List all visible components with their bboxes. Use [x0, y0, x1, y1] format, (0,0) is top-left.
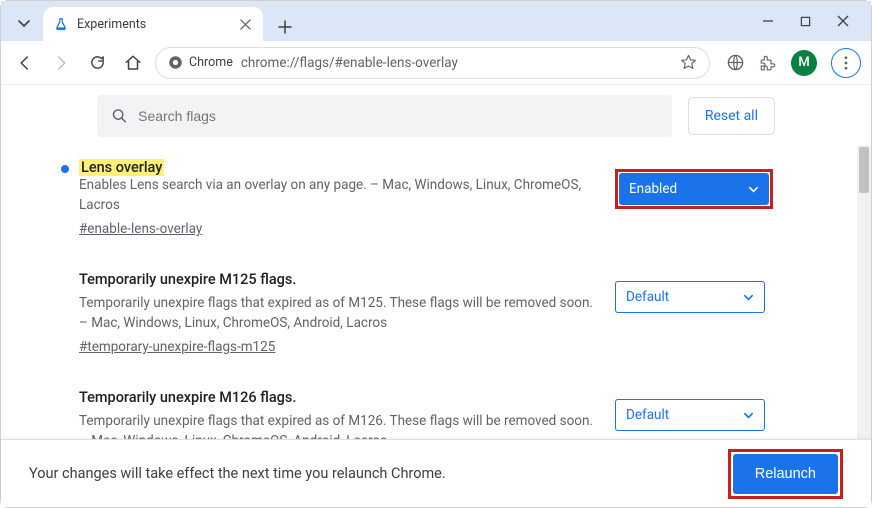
flag-description: Enables Lens search via an overlay on an…: [79, 176, 597, 215]
url-text: chrome://flags/#enable-lens-overlay: [241, 55, 672, 71]
home-button[interactable]: [119, 49, 147, 77]
search-flags-box[interactable]: [97, 95, 672, 137]
maximize-button[interactable]: [800, 16, 811, 27]
window-controls: [746, 1, 865, 41]
flag-row: Temporarily unexpire M126 flags. Temporar…: [59, 375, 775, 439]
site-chip-label: Chrome: [189, 55, 233, 70]
scrollbar[interactable]: [857, 145, 871, 439]
chrome-icon: [168, 55, 183, 70]
back-button[interactable]: [11, 49, 39, 77]
browser-tab[interactable]: Experiments: [43, 7, 263, 41]
flag-select[interactable]: Enabled: [619, 173, 769, 205]
forward-button[interactable]: [47, 49, 75, 77]
flag-select-value: Enabled: [629, 181, 677, 197]
tab-title: Experiments: [77, 17, 229, 32]
flask-icon: [53, 16, 69, 32]
relaunch-button[interactable]: Relaunch: [733, 454, 838, 494]
reload-button[interactable]: [83, 49, 111, 77]
flag-title: Temporarily unexpire M125 flags.: [79, 271, 597, 288]
tab-search-button[interactable]: [7, 7, 41, 41]
chevron-down-icon: [743, 292, 754, 303]
window-titlebar: Experiments: [1, 1, 871, 41]
flags-header: Reset all: [1, 85, 871, 147]
search-icon: [111, 107, 128, 125]
flag-select-value: Default: [626, 289, 669, 305]
relaunch-label: Relaunch: [755, 466, 816, 482]
scrollbar-thumb[interactable]: [859, 147, 869, 193]
close-window-button[interactable]: [837, 15, 849, 27]
flag-title: Temporarily unexpire M126 flags.: [79, 389, 597, 406]
select-highlight: Enabled: [615, 169, 773, 209]
flag-description: Temporarily unexpire flags that expired …: [79, 412, 597, 439]
bookmark-star-icon[interactable]: [680, 54, 697, 71]
relaunch-bar: Your changes will take effect the next t…: [1, 439, 871, 507]
flag-row: Lens overlayEnables Lens search via an o…: [59, 145, 775, 257]
reset-all-label: Reset all: [705, 108, 758, 124]
flag-row: Temporarily unexpire M125 flags. Temporar…: [59, 257, 775, 375]
flag-description: Temporarily unexpire flags that expired …: [79, 294, 597, 333]
address-bar[interactable]: Chrome chrome://flags/#enable-lens-overl…: [155, 47, 710, 79]
flag-select-value: Default: [626, 407, 669, 423]
site-chip[interactable]: Chrome: [168, 55, 233, 70]
search-input[interactable]: [138, 108, 658, 124]
extensions-icon[interactable]: [759, 54, 777, 72]
flag-title: Lens overlay: [79, 159, 164, 176]
relaunch-highlight: Relaunch: [728, 449, 843, 499]
flags-page: Reset all Lens overlayEnables Lens searc…: [1, 85, 871, 507]
flag-select[interactable]: Default: [615, 281, 765, 313]
flag-anchor-link[interactable]: #temporary-unexpire-flags-m125: [79, 339, 275, 355]
avatar-initial: M: [798, 55, 809, 70]
minimize-button[interactable]: [762, 15, 774, 27]
modified-dot-icon: [61, 165, 69, 173]
chevron-down-icon: [748, 184, 759, 195]
chevron-down-icon: [743, 410, 754, 421]
profile-avatar[interactable]: M: [791, 50, 817, 76]
globe-icon[interactable]: [726, 53, 745, 72]
chrome-menu-button[interactable]: [831, 48, 861, 78]
flag-select[interactable]: Default: [615, 399, 765, 431]
browser-toolbar: Chrome chrome://flags/#enable-lens-overl…: [1, 41, 871, 85]
new-tab-button[interactable]: [271, 13, 299, 41]
flags-list: Lens overlayEnables Lens search via an o…: [1, 145, 871, 439]
relaunch-message: Your changes will take effect the next t…: [29, 465, 446, 482]
reset-all-button[interactable]: Reset all: [688, 97, 775, 135]
close-icon[interactable]: [237, 16, 253, 32]
flag-anchor-link[interactable]: #enable-lens-overlay: [79, 221, 202, 237]
